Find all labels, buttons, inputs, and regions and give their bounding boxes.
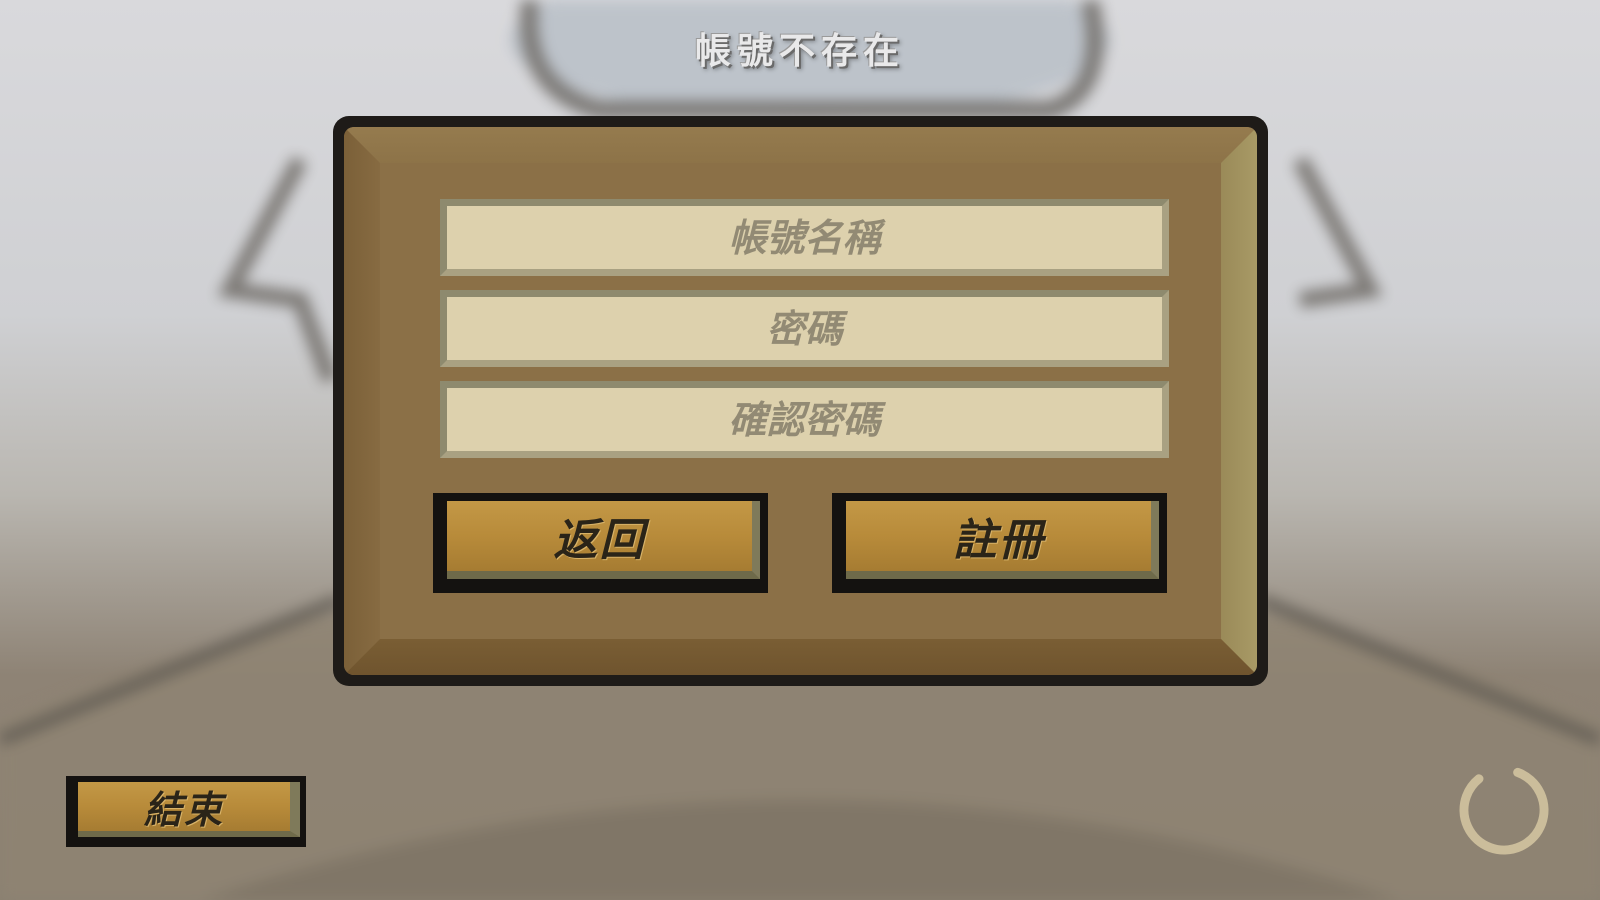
panel-bevel xyxy=(344,639,1257,675)
password-input[interactable] xyxy=(447,296,1162,361)
game-screen: 帳號不存在 返回 註冊 結束 xyxy=(0,0,1600,900)
back-button-label: 返回 xyxy=(447,501,760,579)
loading-spinner-icon xyxy=(1459,765,1549,855)
register-button-label: 註冊 xyxy=(846,501,1159,579)
register-button[interactable]: 註冊 xyxy=(832,493,1167,593)
register-panel: 返回 註冊 xyxy=(333,116,1268,686)
panel-bevel xyxy=(344,127,380,675)
panel-body: 返回 註冊 xyxy=(344,127,1257,675)
panel-bevel xyxy=(1221,127,1257,675)
panel-bevel xyxy=(344,127,1257,163)
back-button[interactable]: 返回 xyxy=(433,493,768,593)
account-name-input[interactable] xyxy=(447,205,1162,270)
status-message: 帳號不存在 xyxy=(694,31,905,72)
confirm-password-input[interactable] xyxy=(447,387,1162,452)
confirm-password-field xyxy=(440,381,1169,458)
exit-button[interactable]: 結束 xyxy=(66,776,306,847)
password-field xyxy=(440,290,1169,367)
account-name-field xyxy=(440,199,1169,276)
exit-button-label: 結束 xyxy=(78,782,300,837)
